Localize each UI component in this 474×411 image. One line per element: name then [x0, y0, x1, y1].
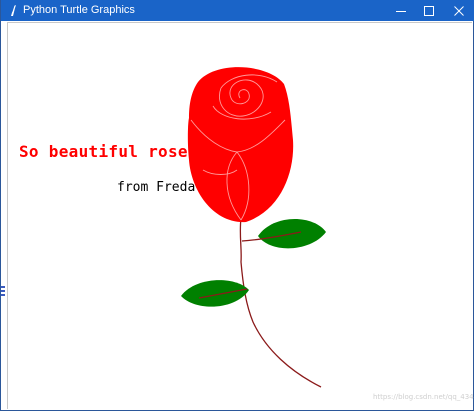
rose-drawing	[181, 67, 326, 388]
rose-bloom	[187, 67, 294, 223]
turtle-window: Python Turtle Graphics So beautiful rose…	[0, 0, 474, 411]
lower-leaf	[181, 280, 249, 307]
rose-caption: So beautiful rose!	[19, 142, 198, 161]
author-signature: from Freda	[117, 180, 196, 195]
watermark-text: https://blog.csdn.net/qq_43402021	[373, 393, 474, 401]
upper-leaf	[241, 218, 326, 249]
